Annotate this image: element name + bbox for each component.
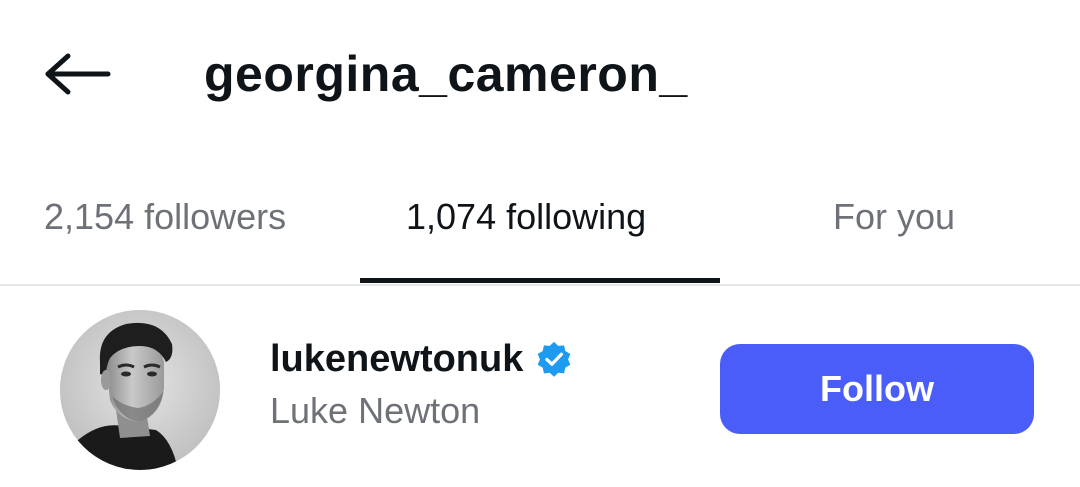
tab-following[interactable]: 1,074 following [360,180,720,284]
top-bar: georgina_cameron_ [0,0,1080,150]
tab-followers-label: 2,154 followers [44,196,287,237]
back-button[interactable] [40,44,116,104]
follow-button[interactable]: Follow [720,344,1034,434]
tab-bar: 2,154 followers 1,074 following For you [0,180,1080,286]
list-item[interactable]: lukenewtonuk Luke Newton Follow [0,305,1080,475]
tab-for-you-label: For you [833,196,956,237]
arrow-left-icon [45,53,111,95]
tab-for-you[interactable]: For you [720,180,1080,284]
username-line: lukenewtonuk [270,335,573,383]
avatar-photo [60,310,220,470]
verified-badge-icon [538,341,571,377]
username[interactable]: lukenewtonuk [270,335,523,383]
display-name: Luke Newton [270,390,481,431]
user-info: lukenewtonuk Luke Newton [270,335,573,433]
tab-following-label: 1,074 following [406,196,647,237]
avatar[interactable] [60,310,220,470]
page-title: georgina_cameron_ [204,46,688,102]
active-tab-indicator [360,278,720,283]
tab-followers[interactable]: 2,154 followers [0,180,360,284]
